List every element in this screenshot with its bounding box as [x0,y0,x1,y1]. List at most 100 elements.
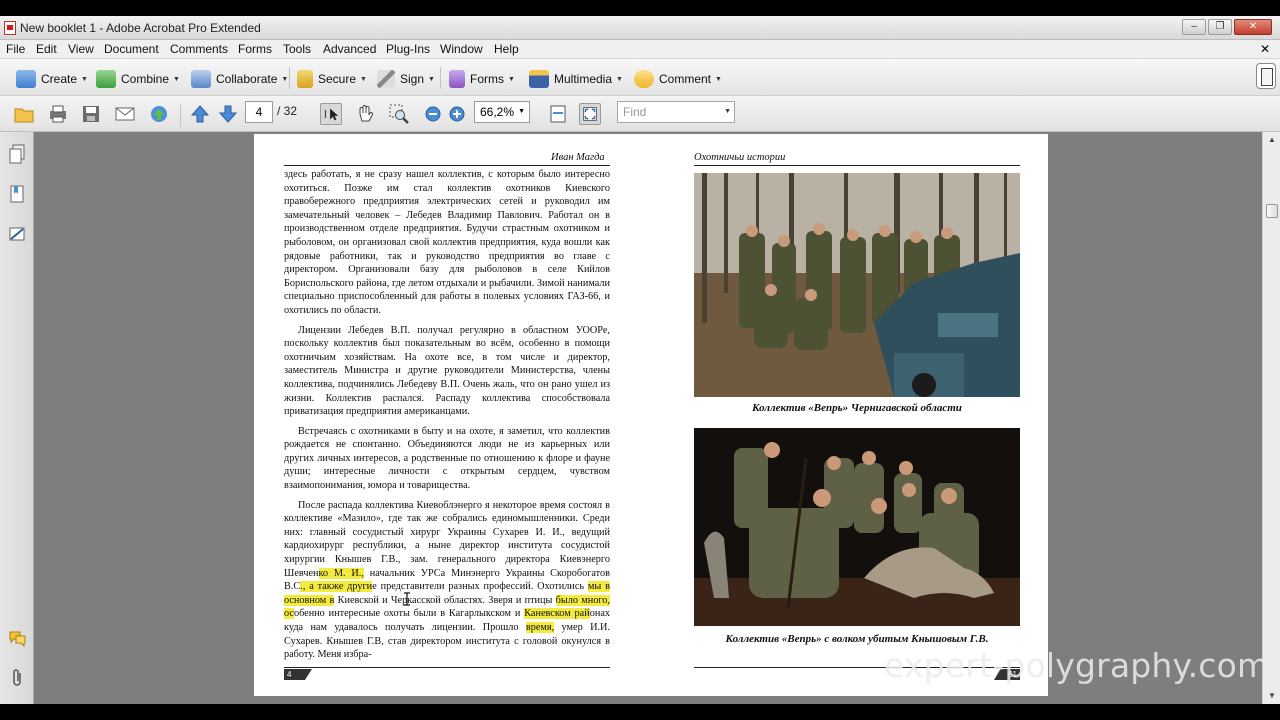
page-number-input[interactable]: 4 [245,101,273,123]
acrobat-app-icon [4,21,16,35]
scrollbar-thumb[interactable] [1266,204,1278,218]
zoom-level-value: 66,2% [480,105,515,119]
close-document-icon[interactable]: ✕ [1260,42,1270,56]
vertical-scrollbar[interactable]: ▲ ▼ [1262,132,1280,704]
restore-button[interactable]: ❐ [1208,19,1232,35]
menu-tools[interactable]: Tools [283,42,311,56]
chevron-down-icon: ▼ [81,75,88,83]
menu-help[interactable]: Help [494,42,519,56]
edit-document-button[interactable] [1256,63,1276,89]
title-bar: New booklet 1 - Adobe Acrobat Pro Extend… [0,16,1280,40]
collaborate-icon [191,70,211,88]
menu-plug-ins[interactable]: Plug-Ins [386,42,430,56]
create-button[interactable]: Create ▼ [16,69,88,89]
zoom-in-icon[interactable] [448,105,466,123]
photo-caption: Коллектив «Вепрь» с волком убитым Кнышов… [725,633,989,645]
print-icon[interactable] [47,103,69,125]
forms-button[interactable]: Forms ▼ [449,69,515,89]
collaborate-button[interactable]: Collaborate ▼ [191,69,288,89]
next-page-icon[interactable] [217,103,239,125]
sign-label: Sign [400,72,425,86]
multimedia-label: Multimedia [554,72,613,86]
watermark: expert-polygraphy.com [884,646,1270,685]
left-page-body: здесь работать, я не сразу нашел коллект… [284,168,611,668]
signatures-panel-icon[interactable] [8,224,26,244]
booklet-spread: Иван Магда здесь работать, я не сразу на… [254,134,1048,696]
chevron-down-icon: ▼ [428,75,435,83]
svg-text:I: I [324,110,327,121]
find-placeholder: Find [623,105,647,119]
chevron-down-icon: ▼ [616,75,623,83]
menu-view[interactable]: View [68,42,94,56]
chevron-down-icon: ▼ [724,108,731,115]
secure-label: Secure [318,72,357,86]
secure-button[interactable]: Secure ▼ [297,69,367,89]
hunters-with-wolf-photo [694,428,1020,626]
combine-label: Combine [121,72,170,86]
create-icon [16,70,36,88]
email-icon[interactable] [114,103,136,125]
zoom-level-select[interactable]: 66,2% ▼ [474,101,530,123]
combine-button[interactable]: Combine ▼ [96,69,180,89]
chevron-down-icon: ▼ [360,75,367,83]
menu-advanced[interactable]: Advanced [323,42,376,56]
menu-document[interactable]: Document [104,42,159,56]
highlighted-text: Каневском рай [524,608,590,620]
comment-icon [634,70,654,88]
scroll-down-arrow-icon[interactable]: ▼ [1263,688,1280,704]
paragraph-with-highlights: После распада коллектива Киевоблэнерго я… [284,499,611,662]
text-run: Киевской и Черкасской областях. Зверя и … [334,594,556,606]
comment-button[interactable]: Comment ▼ [634,69,722,89]
menu-edit[interactable]: Edit [36,42,57,56]
pages-panel-icon[interactable] [8,144,26,164]
bookmarks-panel-icon[interactable] [8,184,26,204]
window-controls: – ❐ ✕ [1182,19,1272,35]
multimedia-icon [529,70,549,88]
multimedia-button[interactable]: Multimedia ▼ [529,69,623,89]
save-icon[interactable] [80,103,102,125]
header-rule [284,165,610,166]
left-running-head: Иван Магда [551,152,605,163]
combine-icon [96,70,116,88]
forms-label: Forms [470,72,504,86]
comments-panel-icon[interactable] [8,628,26,648]
highlighted-text: ко М. И., [318,567,364,579]
marquee-zoom-icon[interactable] [388,103,410,125]
menu-bar: File Edit View Document Comments Forms T… [0,40,1280,58]
navigation-panel [0,132,34,704]
minimize-button[interactable]: – [1182,19,1206,35]
open-folder-icon[interactable] [13,103,35,125]
zoom-out-icon[interactable] [424,105,442,123]
toolbar-separator [180,105,181,127]
comment-label: Comment [659,72,712,86]
paragraph: Встречаясь с охотниками в быту и на охот… [284,425,610,492]
right-running-head: Охотничьи истории [694,152,786,163]
chevron-down-icon: ▼ [715,75,722,83]
window-title: New booklet 1 - Adobe Acrobat Pro Extend… [20,21,261,35]
collaborate-label: Collaborate [216,72,278,86]
find-input[interactable]: Find ▼ [617,101,735,123]
sign-button[interactable]: Sign ▼ [377,69,435,89]
attachments-paperclip-icon[interactable] [8,668,26,688]
full-screen-icon[interactable] [579,103,601,125]
pen-icon [377,70,395,88]
fit-page-icon[interactable] [547,103,569,125]
share-globe-icon[interactable] [148,103,170,125]
text-run: обенно интересные охоты были в Кагарлыкс… [293,608,525,620]
paragraph: Лицензии Лебедев В.П. получал регулярно … [284,324,610,418]
header-rule [694,165,1020,166]
menu-window[interactable]: Window [440,42,483,56]
document-viewport[interactable]: Иван Магда здесь работать, я не сразу на… [34,132,1262,704]
menu-file[interactable]: File [6,42,25,56]
previous-page-icon[interactable] [189,103,211,125]
hand-tool-icon[interactable] [354,103,376,125]
menu-forms[interactable]: Forms [238,42,272,56]
highlighted-text: ., а также други [300,581,373,593]
hunters-group-photo [694,173,1020,397]
left-page-number: 4 [284,669,312,680]
menu-comments[interactable]: Comments [170,42,228,56]
footer-rule [284,667,610,668]
select-tool-icon[interactable]: I [320,103,342,125]
close-window-button[interactable]: ✕ [1234,19,1272,35]
scroll-up-arrow-icon[interactable]: ▲ [1263,132,1280,148]
